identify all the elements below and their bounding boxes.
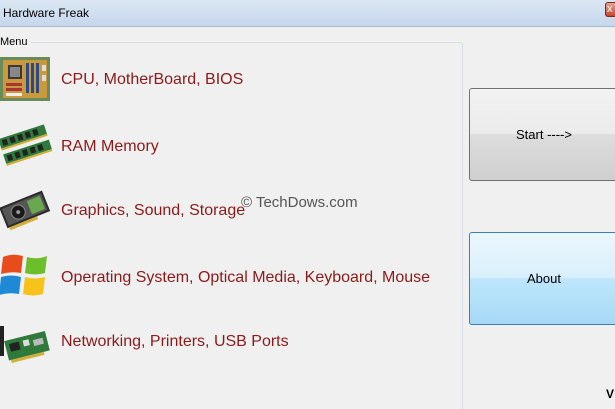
menu-item-ram-memory[interactable]: RAM Memory [0, 121, 440, 177]
ram-icon [0, 124, 52, 166]
motherboard-icon [0, 57, 50, 101]
menu-item-label: Graphics, Sound, Storage [61, 202, 246, 219]
close-icon: x [607, 3, 613, 15]
menu-item-cpu-motherboard-bios[interactable]: CPU, MotherBoard, BIOS [0, 55, 440, 111]
graphics-card-icon [0, 190, 51, 231]
windows-logo-icon [0, 254, 47, 296]
menu-item-label: Networking, Printers, USB Ports [61, 333, 289, 350]
menu-item-networking-printers-usb[interactable]: Networking, Printers, USB Ports [0, 320, 440, 376]
version-label: V [606, 387, 615, 401]
menu-item-operating-system[interactable]: Operating System, Optical Media, Keyboar… [0, 249, 440, 305]
menu-item-label: CPU, MotherBoard, BIOS [61, 71, 244, 88]
about-button[interactable]: About [469, 232, 615, 325]
network-card-icon [0, 326, 50, 363]
title-bar[interactable]: Hardware Freak x [0, 0, 615, 27]
menu-item-label: RAM Memory [61, 138, 159, 155]
main-window: Menu CPU, MotherBoard, BIOS RAM Memory G… [0, 27, 615, 409]
menu-item-label: Operating System, Optical Media, Keyboar… [61, 269, 431, 286]
menu-item-graphics-sound-storage[interactable]: Graphics, Sound, Storage [0, 184, 440, 240]
close-button[interactable]: x [605, 2, 615, 17]
start-button[interactable]: Start ----> [469, 88, 615, 181]
watermark: © TechDows.com [241, 194, 358, 211]
window-title: Hardware Freak [3, 6, 90, 20]
menu-legend: Menu [0, 36, 31, 48]
